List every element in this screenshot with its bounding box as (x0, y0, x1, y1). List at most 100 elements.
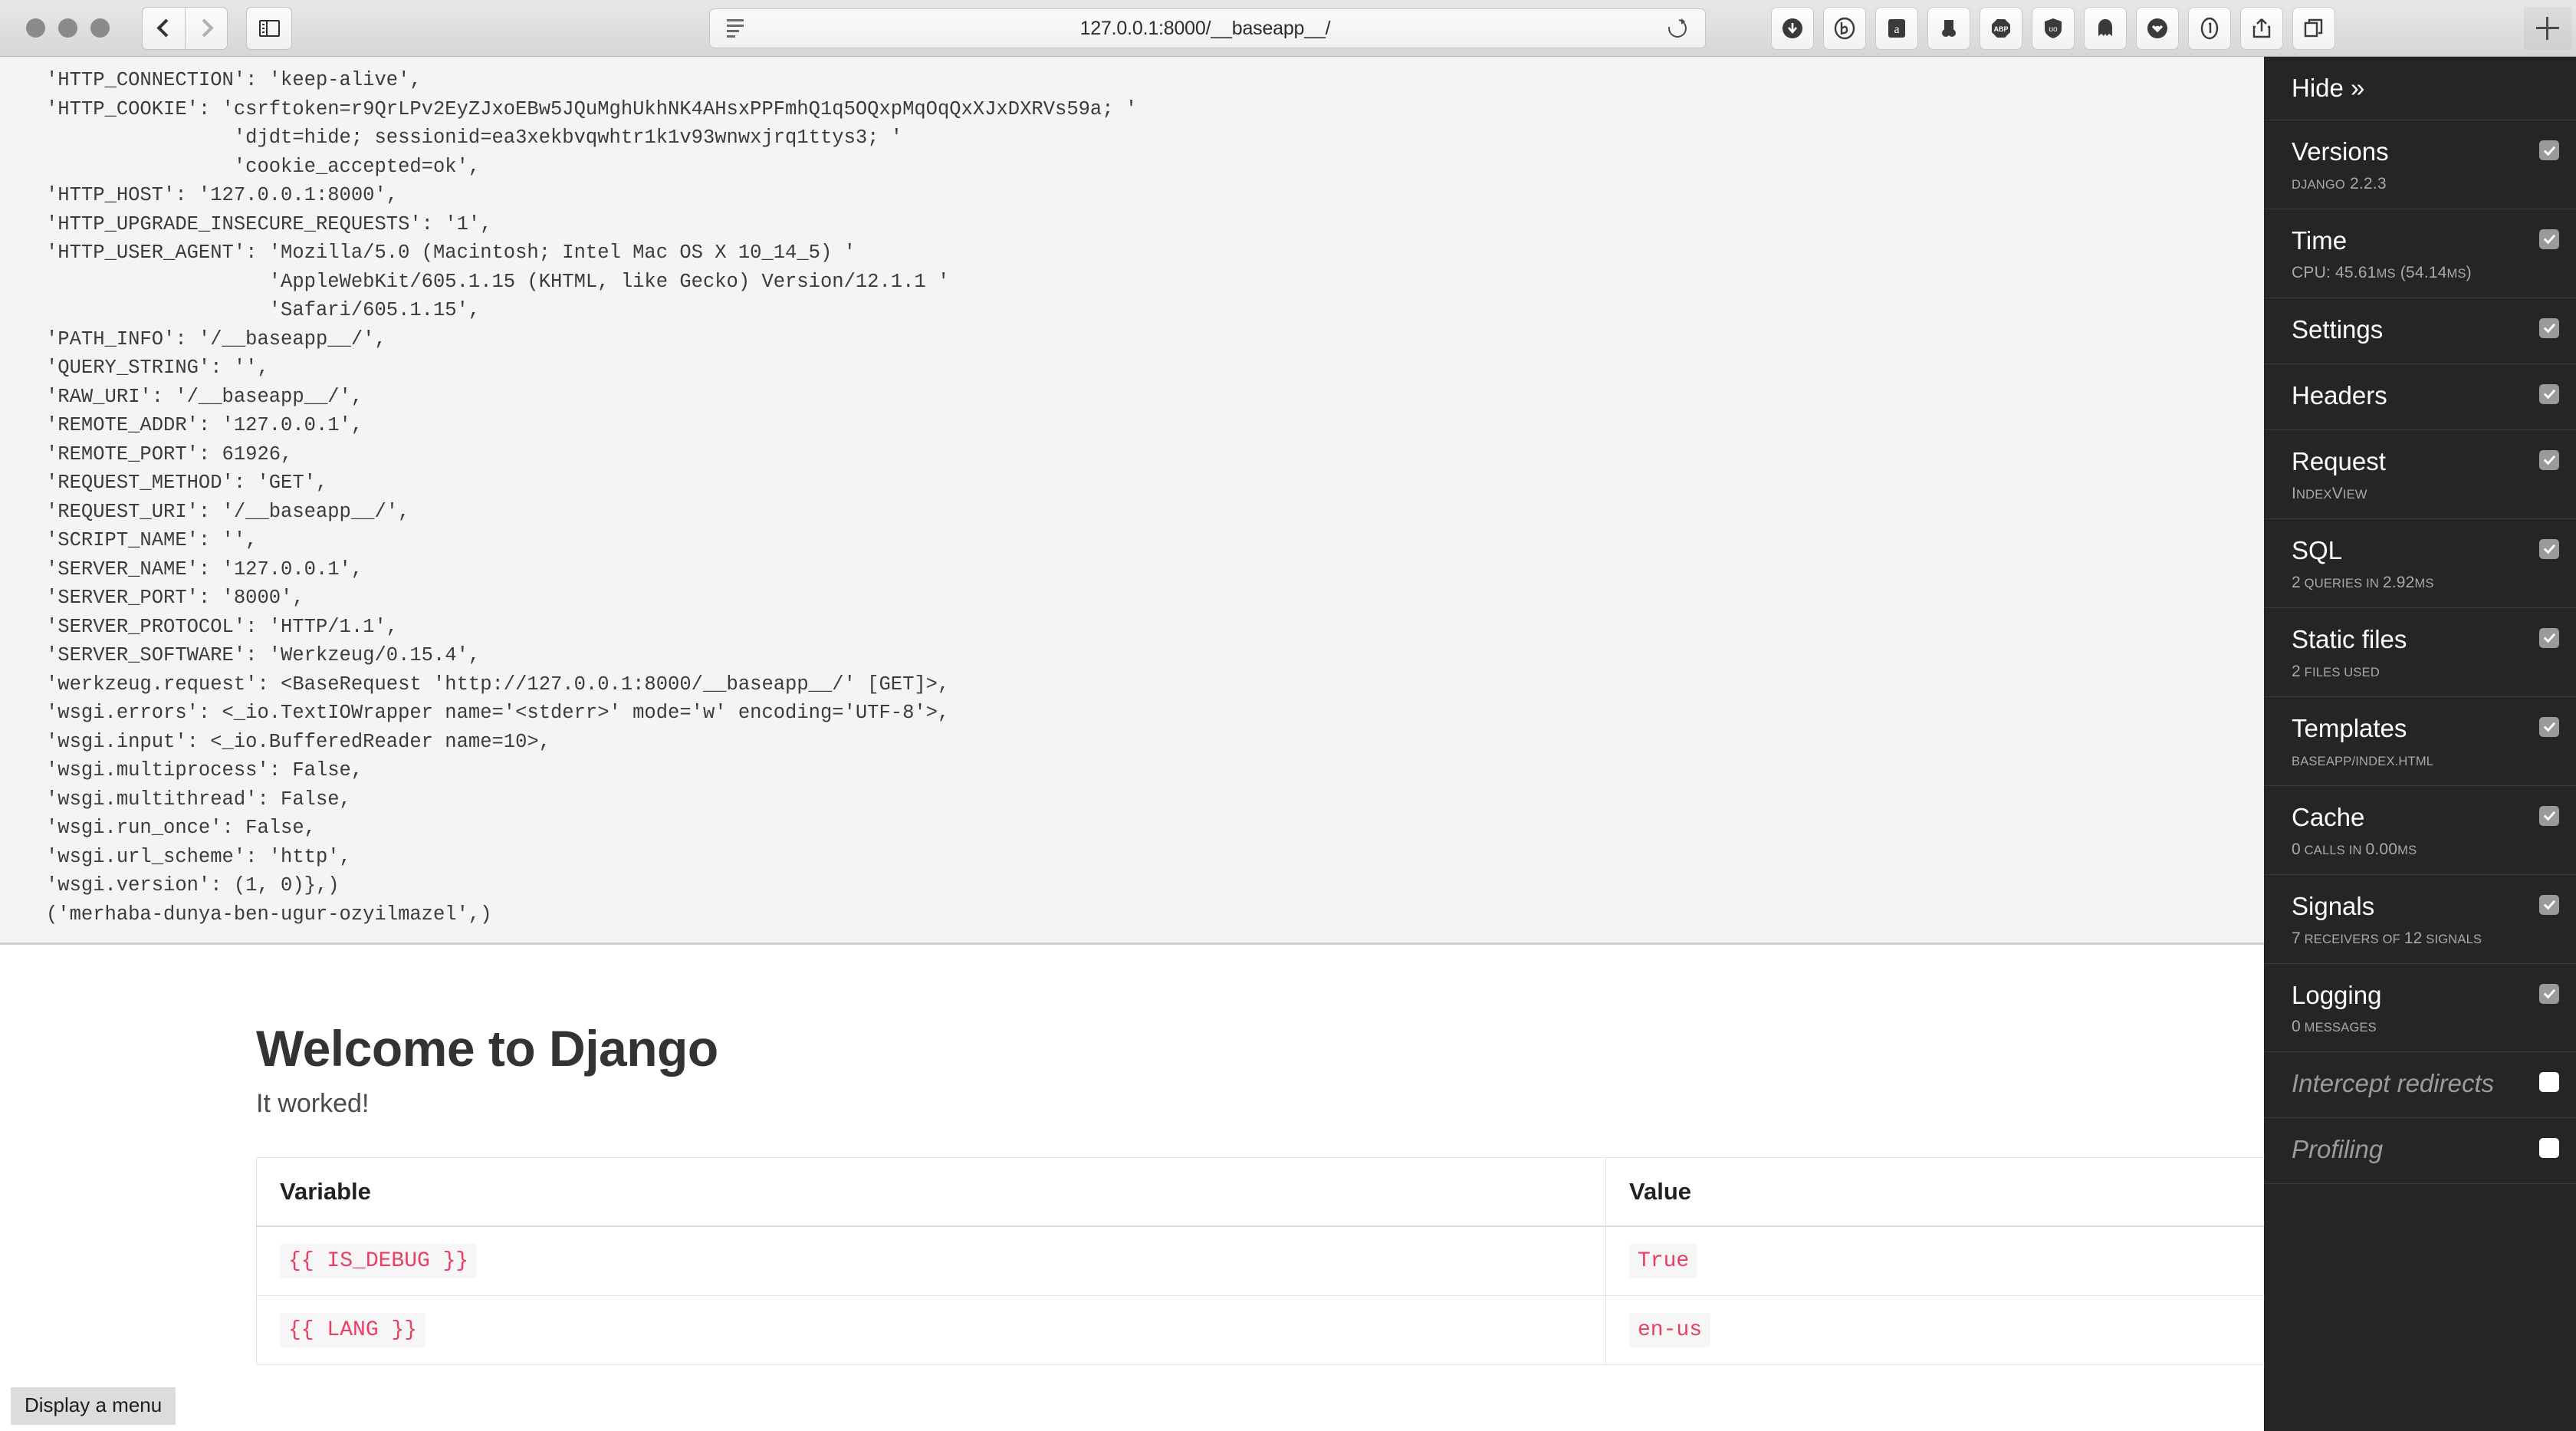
debug-panel-subtitle: IndexView (2292, 484, 2367, 502)
page-subtitle: It worked! (256, 1089, 370, 1119)
hide-toolbar-button[interactable]: Hide » (2264, 57, 2576, 120)
maximize-window-button[interactable] (90, 18, 110, 38)
debug-panel-title: Signals (2292, 891, 2375, 920)
rendered-page: Welcome to Django It worked! Variable Va… (0, 947, 2264, 1431)
variables-table: Variable Value {{ IS_DEBUG }} True {{ LA… (256, 1157, 2264, 1366)
django-debug-toolbar: Hide » Versions Django 2.2.3 Time CPU: 45.6… (2264, 57, 2576, 1431)
show-sidebar-button[interactable] (246, 6, 292, 50)
close-window-button[interactable] (26, 18, 45, 38)
amazon-icon[interactable]: a (1875, 7, 1918, 50)
debug-panel-time[interactable]: Time CPU: 45.61ms (54.14ms) (2264, 209, 2576, 298)
debug-panel-checkbox[interactable] (2539, 449, 2559, 470)
back-button[interactable] (142, 6, 185, 50)
minimize-window-button[interactable] (58, 18, 77, 38)
debug-panel-profiling[interactable]: Profiling (2264, 1118, 2576, 1185)
debug-panel-static-files[interactable]: Static files 2 files used (2264, 608, 2576, 697)
ublock-origin-shield-icon[interactable]: ʊᴏ (2032, 7, 2075, 50)
navigation-buttons (142, 6, 228, 50)
table-body: {{ IS_DEBUG }} True {{ LANG }} en-us (256, 1226, 2264, 1366)
debug-panel-checkbox[interactable] (2539, 317, 2559, 338)
new-tab-button[interactable] (2524, 7, 2571, 50)
cell-value: True (1605, 1226, 2264, 1297)
debug-panel-title: Cache (2292, 802, 2365, 831)
wsgi-environ-dump: 'HTTP_CONNECTION': 'keep-alive', 'HTTP_C… (0, 57, 2264, 945)
debug-panel-subtitle: Django 2.2.3 (2292, 174, 2387, 192)
sidebar-icon (258, 19, 280, 37)
debug-panel-logging[interactable]: Logging 0 messages (2264, 964, 2576, 1053)
debug-panel-checkbox[interactable] (2539, 894, 2559, 915)
cell-value: en-us (1605, 1295, 2264, 1366)
debug-panel-title: Request (2292, 446, 2386, 475)
debug-panel-request[interactable]: Request IndexView (2264, 430, 2576, 519)
svg-text:a: a (1894, 23, 1899, 36)
console-text: 'HTTP_CONNECTION': 'keep-alive', 'HTTP_C… (46, 69, 1138, 926)
debug-panel-templates[interactable]: Templates baseapp/index.html (2264, 697, 2576, 786)
share-icon[interactable] (2240, 7, 2283, 50)
nose-icon[interactable] (1927, 7, 1970, 50)
debug-panel-checkbox[interactable] (2539, 229, 2559, 249)
tab-overview-icon[interactable] (2292, 7, 2335, 50)
page-title: Welcome to Django (256, 1020, 718, 1077)
debug-panel-subtitle: 2 files used (2292, 662, 2380, 680)
debug-panel-checkbox[interactable] (2539, 1072, 2559, 1093)
cell-variable: {{ IS_DEBUG }} (256, 1226, 1606, 1297)
debug-panel-title: SQL (2292, 535, 2343, 564)
extension-toolbar: a ABP ʊᴏ (1771, 7, 2335, 50)
debug-panel-subtitle: baseapp/index.html (2292, 754, 2434, 768)
debug-panel-signals[interactable]: Signals 7 receivers of 12 signals (2264, 875, 2576, 964)
value-token: en-us (1629, 1313, 1711, 1348)
svg-text:ʊᴏ: ʊᴏ (2049, 25, 2058, 34)
debug-panel-subtitle: CPU: 45.61ms (54.14ms) (2292, 263, 2472, 281)
debug-panel-title: Headers (2292, 380, 2387, 410)
b-circle-icon[interactable] (1823, 7, 1866, 50)
address-bar[interactable]: 127.0.0.1:8000/__baseapp__/ (709, 8, 1706, 48)
reader-view-icon[interactable] (727, 19, 744, 38)
table-row: {{ LANG }} en-us (256, 1295, 2264, 1366)
browser-toolbar: 127.0.0.1:8000/__baseapp__/ a ABP ʊᴏ (0, 0, 2576, 57)
debug-panel-checkbox[interactable] (2539, 805, 2559, 826)
status-bar: Display a menu (11, 1387, 176, 1425)
debug-toolbar-panel-list: Versions Django 2.2.3 Time CPU: 45.61ms (54… (2264, 120, 2576, 1185)
debug-panel-title: Settings (2292, 314, 2384, 344)
table-row: {{ IS_DEBUG }} True (256, 1226, 2264, 1297)
variable-token: {{ IS_DEBUG }} (280, 1244, 478, 1279)
plus-icon (2536, 17, 2559, 40)
debug-panel-checkbox[interactable] (2539, 627, 2559, 648)
reload-icon[interactable] (1667, 18, 1688, 39)
window-controls (26, 18, 110, 38)
debug-panel-subtitle: 7 receivers of 12 signals (2292, 929, 2482, 947)
debug-panel-title: Profiling (2292, 1135, 2384, 1164)
debug-panel-settings[interactable]: Settings (2264, 298, 2576, 364)
debug-panel-title: Static files (2292, 624, 2407, 653)
debug-panel-title: Logging (2292, 980, 2382, 1009)
table-header-row: Variable Value (256, 1157, 2264, 1228)
debug-panel-intercept-redirects[interactable]: Intercept redirects (2264, 1052, 2576, 1119)
pocket-icon[interactable] (2136, 7, 2179, 50)
debug-panel-checkbox[interactable] (2539, 1138, 2559, 1159)
debug-panel-subtitle: 2 queries in 2.92ms (2292, 573, 2434, 591)
forward-button[interactable] (185, 6, 228, 50)
value-token: True (1629, 1244, 1698, 1279)
debug-panel-title: Versions (2292, 137, 2389, 166)
debug-panel-subtitle: 0 messages (2292, 1018, 2377, 1036)
chevron-right-icon (195, 18, 214, 38)
debug-panel-checkbox[interactable] (2539, 538, 2559, 559)
cell-variable: {{ LANG }} (256, 1295, 1606, 1366)
debug-panel-cache[interactable]: Cache 0 calls in 0.00ms (2264, 786, 2576, 875)
debug-panel-sql[interactable]: SQL 2 queries in 2.92ms (2264, 519, 2576, 608)
ghostery-icon[interactable] (2084, 7, 2127, 50)
variable-token: {{ LANG }} (280, 1313, 426, 1348)
debug-panel-checkbox[interactable] (2539, 140, 2559, 160)
debug-panel-checkbox[interactable] (2539, 983, 2559, 1004)
svg-text:ABP: ABP (1993, 25, 2008, 33)
download-arrow-icon[interactable] (1771, 7, 1814, 50)
debug-panel-headers[interactable]: Headers (2264, 364, 2576, 430)
debug-panel-checkbox[interactable] (2539, 383, 2559, 404)
adblock-plus-icon[interactable]: ABP (1980, 7, 2022, 50)
debug-panel-title: Time (2292, 225, 2348, 255)
debug-panel-checkbox[interactable] (2539, 716, 2559, 737)
url-text: 127.0.0.1:8000/__baseapp__/ (1079, 17, 1331, 39)
debug-panel-versions[interactable]: Versions Django 2.2.3 (2264, 120, 2576, 209)
1password-icon[interactable] (2188, 7, 2231, 50)
debug-panel-title: Intercept redirects (2292, 1069, 2495, 1098)
